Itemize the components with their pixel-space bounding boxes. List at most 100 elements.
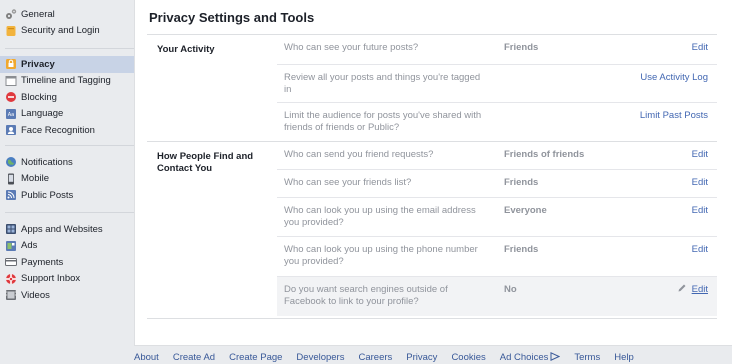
settings-row: Limit the audience for posts you've shar… [277, 103, 717, 142]
sidebar-item-label: Videos [21, 289, 50, 301]
sidebar-item-label: Public Posts [21, 189, 74, 201]
section-divider [147, 318, 717, 319]
globe-icon [5, 156, 17, 168]
block-icon [5, 91, 17, 103]
edit-email-lookup-link[interactable]: Edit [692, 205, 708, 216]
sidebar-item-label: Face Recognition [21, 124, 95, 136]
sidebar-group-apps: Apps and Websites Ads Payments Support I… [0, 221, 134, 304]
setting-question: Do you want search engines outside of Fa… [284, 284, 448, 307]
section-how-people-find-you: How People Find and Contact You Who can … [147, 142, 717, 319]
edit-friend-requests-link[interactable]: Edit [692, 149, 708, 160]
sidebar-item-security[interactable]: Security and Login [0, 23, 134, 40]
sidebar-item-mobile[interactable]: Mobile [0, 171, 134, 188]
sidebar-item-ads[interactable]: Ads [0, 238, 134, 255]
sidebar-item-label: Blocking [21, 91, 57, 103]
settings-row: Who can see your future posts? Friends E… [277, 35, 717, 65]
face-recognition-icon [5, 124, 17, 136]
use-activity-log-link[interactable]: Use Activity Log [640, 72, 708, 83]
sidebar-item-notifications[interactable]: Notifications [0, 154, 134, 171]
setting-question: Who can see your future posts? [284, 42, 419, 53]
settings-row: Who can see your friends list? Friends E… [277, 170, 717, 198]
sidebar-divider [5, 145, 134, 146]
setting-question: Review all your posts and things you're … [284, 72, 481, 95]
settings-row: Who can send you friend requests? Friend… [277, 142, 717, 170]
edit-phone-lookup-link[interactable]: Edit [692, 244, 708, 255]
sidebar-item-label: Timeline and Tagging [21, 75, 111, 87]
sidebar-item-label: Apps and Websites [21, 223, 103, 235]
mobile-icon [5, 173, 17, 185]
shield-icon [5, 25, 17, 37]
sidebar-group-privacy: Privacy Timeline and Tagging Blocking Aa… [0, 56, 134, 139]
setting-value: Friends [504, 177, 539, 188]
section-your-activity: Your Activity Who can see your future po… [147, 35, 717, 142]
footer-link-ad-choices[interactable]: Ad Choices [500, 352, 561, 363]
edit-friends-list-link[interactable]: Edit [692, 177, 708, 188]
pencil-icon [677, 283, 687, 293]
footer-link-create-page[interactable]: Create Page [229, 352, 282, 363]
rss-icon [5, 189, 17, 201]
sidebar-item-timeline[interactable]: Timeline and Tagging [0, 73, 134, 90]
settings-sidebar: General Security and Login Privacy Timel… [0, 0, 134, 364]
edit-future-posts-link[interactable]: Edit [692, 42, 708, 53]
sidebar-item-label: Ads [21, 240, 38, 252]
payments-icon [5, 256, 17, 268]
settings-row: Review all your posts and things you're … [277, 65, 717, 103]
footer-link-terms[interactable]: Terms [574, 352, 600, 363]
setting-question: Who can send you friend requests? [284, 149, 434, 160]
sidebar-item-label: Security and Login [21, 25, 100, 37]
language-icon: Aa [5, 108, 17, 120]
sidebar-item-label: Support Inbox [21, 273, 81, 285]
settings-row: Do you want search engines outside of Fa… [277, 277, 717, 316]
limit-past-posts-link[interactable]: Limit Past Posts [640, 110, 708, 121]
footer-link-create-ad[interactable]: Create Ad [173, 352, 215, 363]
videos-icon [5, 289, 17, 301]
settings-row: Who can look you up using the email addr… [277, 198, 717, 237]
sidebar-item-videos[interactable]: Videos [0, 287, 134, 304]
sidebar-item-face-recognition[interactable]: Face Recognition [0, 122, 134, 139]
sidebar-item-language[interactable]: Aa Language [0, 106, 134, 123]
privacy-settings-panel: Privacy Settings and Tools Your Activity… [134, 0, 732, 346]
setting-value: Friends [504, 244, 539, 255]
sidebar-group-notifications: Notifications Mobile Public Posts [0, 154, 134, 204]
setting-value: Friends of friends [504, 149, 585, 160]
footer-link-cookies[interactable]: Cookies [451, 352, 485, 363]
sidebar-divider [5, 48, 134, 49]
lifebuoy-icon [5, 273, 17, 285]
timeline-icon [5, 75, 17, 87]
sidebar-item-label: Payments [21, 256, 64, 268]
sidebar-item-label: Notifications [21, 156, 73, 168]
footer-link-developers[interactable]: Developers [296, 352, 344, 363]
gears-icon [5, 8, 17, 20]
edit-search-engines-link[interactable]: Edit [692, 284, 708, 295]
sidebar-item-payments[interactable]: Payments [0, 254, 134, 271]
setting-value: Everyone [504, 205, 547, 216]
sidebar-item-apps[interactable]: Apps and Websites [0, 221, 134, 238]
apps-icon [5, 223, 17, 235]
footer-link-careers[interactable]: Careers [358, 352, 392, 363]
svg-text:Aa: Aa [8, 112, 14, 118]
page-title: Privacy Settings and Tools [149, 10, 315, 25]
sidebar-item-general[interactable]: General [0, 6, 134, 23]
sidebar-item-privacy[interactable]: Privacy [0, 56, 134, 73]
ads-icon [5, 240, 17, 252]
footer-link-about[interactable]: About [134, 352, 159, 363]
ad-choices-icon [550, 352, 561, 361]
sidebar-item-label: Mobile [21, 173, 49, 185]
sidebar-item-label: General [21, 8, 55, 20]
footer-link-help[interactable]: Help [614, 352, 634, 363]
lock-icon [5, 58, 17, 70]
sidebar-item-label: Privacy [21, 58, 55, 70]
setting-question: Who can look you up using the email addr… [284, 205, 476, 228]
footer-links: About Create Ad Create Page Developers C… [134, 352, 648, 363]
sidebar-item-blocking[interactable]: Blocking [0, 89, 134, 106]
sidebar-group-account: General Security and Login [0, 6, 134, 39]
footer-link-privacy[interactable]: Privacy [406, 352, 437, 363]
setting-question: Limit the audience for posts you've shar… [284, 110, 482, 133]
footer-link-label: Ad Choices [499, 352, 549, 363]
setting-question: Who can see your friends list? [284, 177, 412, 188]
sidebar-item-support-inbox[interactable]: Support Inbox [0, 271, 134, 288]
sidebar-divider [5, 212, 134, 213]
settings-row: Who can look you up using the phone numb… [277, 237, 717, 277]
sidebar-item-label: Language [21, 108, 64, 120]
sidebar-item-public-posts[interactable]: Public Posts [0, 187, 134, 204]
